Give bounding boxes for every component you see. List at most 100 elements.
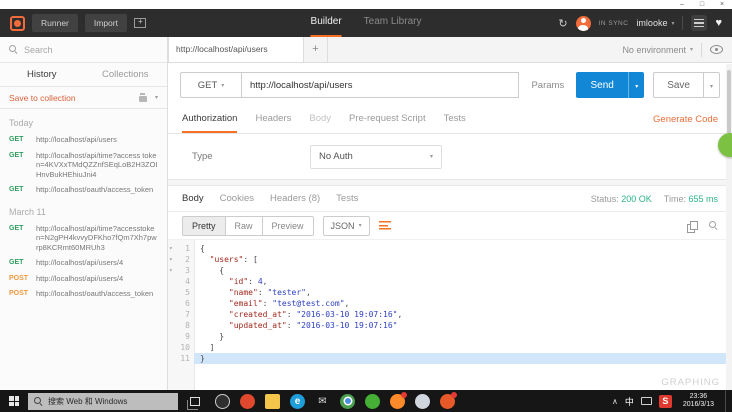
history-item[interactable]: GET http://localhost/api/time?accesstoken… — [0, 221, 167, 256]
method-select[interactable]: GET ▾ — [180, 72, 242, 98]
request-tab[interactable]: http://localhost/api/users — [168, 37, 304, 62]
history-item[interactable]: POST http://localhost/oauth/access_token — [0, 286, 167, 302]
code-token: , — [344, 299, 350, 308]
ime-indicator[interactable]: 中 — [625, 395, 634, 408]
url-input[interactable] — [242, 72, 520, 98]
file-explorer-icon[interactable] — [265, 393, 280, 409]
save-button[interactable]: Save — [653, 72, 704, 98]
postman-logo-icon[interactable] — [10, 15, 25, 31]
save-options-button[interactable]: ▾ — [704, 72, 720, 98]
task-view-button[interactable] — [183, 390, 207, 412]
nav-tab-builder[interactable]: Builder — [310, 9, 342, 37]
import-button[interactable]: Import — [84, 14, 127, 32]
response-tab-body[interactable]: Body — [182, 193, 204, 204]
avatar[interactable] — [575, 15, 591, 31]
send-button[interactable]: Send — [576, 72, 629, 98]
maximize-button[interactable]: □ — [692, 0, 712, 9]
header-nav-tabs: Builder Team Library — [310, 9, 422, 37]
response-tab-cookies[interactable]: Cookies — [220, 193, 254, 204]
response-body[interactable]: 1 ▾{2 ▾ "users": [3 ▾ {4 "id": 4, 5 "name": … — [168, 240, 732, 390]
history-item[interactable]: POST http://localhost/api/users/4 — [0, 271, 167, 287]
mail-app-icon[interactable]: ✉ — [315, 394, 330, 409]
code-token: { — [200, 266, 225, 275]
search-response-icon[interactable] — [709, 221, 718, 230]
tab-headers[interactable]: Headers — [255, 106, 291, 133]
green-app-icon[interactable] — [365, 393, 380, 409]
edge-browser-icon[interactable]: e — [290, 393, 305, 409]
sync-icon[interactable]: ↻ — [558, 17, 567, 30]
history-item[interactable]: GET http://localhost/api/users/4 — [0, 255, 167, 271]
history-item[interactable]: GET http://localhost/oauth/access_token — [0, 182, 167, 198]
wrap-lines-icon[interactable] — [378, 221, 391, 230]
main-scrollbar[interactable] — [726, 64, 732, 390]
search-input[interactable] — [24, 44, 158, 55]
taskbar: 搜索 Web 和 Windows e ✉ ∧ 中 S 23:36 2016/3/1… — [0, 390, 732, 412]
code-token: "email" — [228, 299, 263, 308]
main-panel: http://localhost/api/users + No environm… — [168, 37, 732, 390]
taskbar-search[interactable]: 搜索 Web 和 Windows — [28, 392, 178, 410]
response-tab-headers-8[interactable]: Headers (8) — [270, 193, 320, 204]
sidebar-tab-history[interactable]: History — [0, 63, 84, 86]
tab-authorization[interactable]: Authorization — [182, 106, 238, 133]
close-button[interactable]: × — [712, 0, 732, 9]
fold-icon[interactable]: ▾ — [169, 243, 173, 254]
runner-button[interactable]: Runner — [32, 14, 78, 32]
auth-type-select[interactable]: No Auth ▾ — [310, 144, 442, 169]
firefox-browser-icon[interactable] — [390, 391, 407, 409]
method-badge: GET — [9, 186, 24, 193]
response-tab-tests[interactable]: Tests — [336, 193, 358, 204]
minimize-button[interactable]: – — [672, 0, 692, 9]
settings-icon[interactable] — [691, 15, 708, 31]
trash-icon[interactable] — [138, 93, 147, 102]
header-right: ↻ IN SYNC imlooke ▾ ♥ — [558, 15, 722, 31]
send-options-button[interactable]: ▾ — [628, 72, 645, 98]
tab-tests[interactable]: Tests — [444, 106, 466, 133]
chrome-browser-icon[interactable] — [340, 393, 355, 409]
generate-code-link[interactable]: Generate Code — [653, 106, 718, 133]
format-select[interactable]: JSON ▾ — [322, 215, 370, 236]
params-button[interactable]: Params — [519, 72, 576, 98]
new-tab-button[interactable]: + — [304, 37, 328, 62]
keyboard-icon[interactable] — [640, 397, 652, 405]
messaging-app-icon[interactable] — [215, 393, 230, 409]
start-button[interactable] — [0, 390, 28, 412]
nav-tab-team-library[interactable]: Team Library — [364, 9, 422, 37]
view-preview-button[interactable]: Preview — [262, 216, 313, 235]
history-item[interactable]: GET http://localhost/api/users — [0, 132, 167, 148]
red-app-icon[interactable] — [240, 393, 255, 409]
fold-icon[interactable]: ▾ — [169, 254, 173, 265]
clock[interactable]: 23:36 2016/3/13 — [679, 393, 718, 410]
search-icon — [9, 45, 18, 54]
code-text: } — [194, 331, 732, 342]
scrollbar-thumb[interactable] — [727, 70, 731, 134]
code-token: } — [200, 332, 225, 341]
code-text: "id": 4, — [194, 276, 732, 287]
environment-preview-icon[interactable] — [710, 45, 723, 54]
copy-icon[interactable] — [687, 220, 698, 233]
response-view-toolbar: Pretty Raw Preview JSON ▾ — [168, 212, 732, 240]
time: 23:36 — [689, 392, 708, 400]
new-window-icon[interactable] — [133, 17, 146, 28]
sogou-input-icon[interactable]: S — [658, 394, 672, 408]
tray-expand-icon[interactable]: ∧ — [612, 397, 618, 406]
view-raw-button[interactable]: Raw — [225, 216, 263, 235]
orange-app-icon[interactable] — [440, 391, 457, 409]
history-item[interactable]: GET http://localhost/api/time?access toke… — [0, 148, 167, 183]
save-to-collection[interactable]: Save to collection ▾ — [0, 87, 167, 109]
environment-select[interactable]: No environment ▾ — [622, 45, 693, 55]
view-pretty-button[interactable]: Pretty — [183, 216, 226, 235]
heart-icon[interactable]: ♥ — [715, 17, 722, 29]
fold-icon[interactable]: ▾ — [169, 265, 173, 276]
show-desktop-button[interactable] — [725, 390, 729, 412]
sidebar-tab-collections[interactable]: Collections — [84, 63, 168, 86]
tab-body[interactable]: Body — [309, 106, 331, 133]
tab-pre-request-script[interactable]: Pre-request Script — [349, 106, 426, 133]
response-status: Status: 200 OK Time: 655 ms — [591, 194, 718, 204]
username-label: imlooke — [636, 18, 668, 28]
user-menu[interactable]: imlooke ▾ — [636, 18, 674, 28]
chevron-down-icon: ▾ — [221, 82, 225, 89]
photos-app-icon[interactable] — [415, 393, 430, 409]
code-text: ] — [194, 342, 732, 353]
